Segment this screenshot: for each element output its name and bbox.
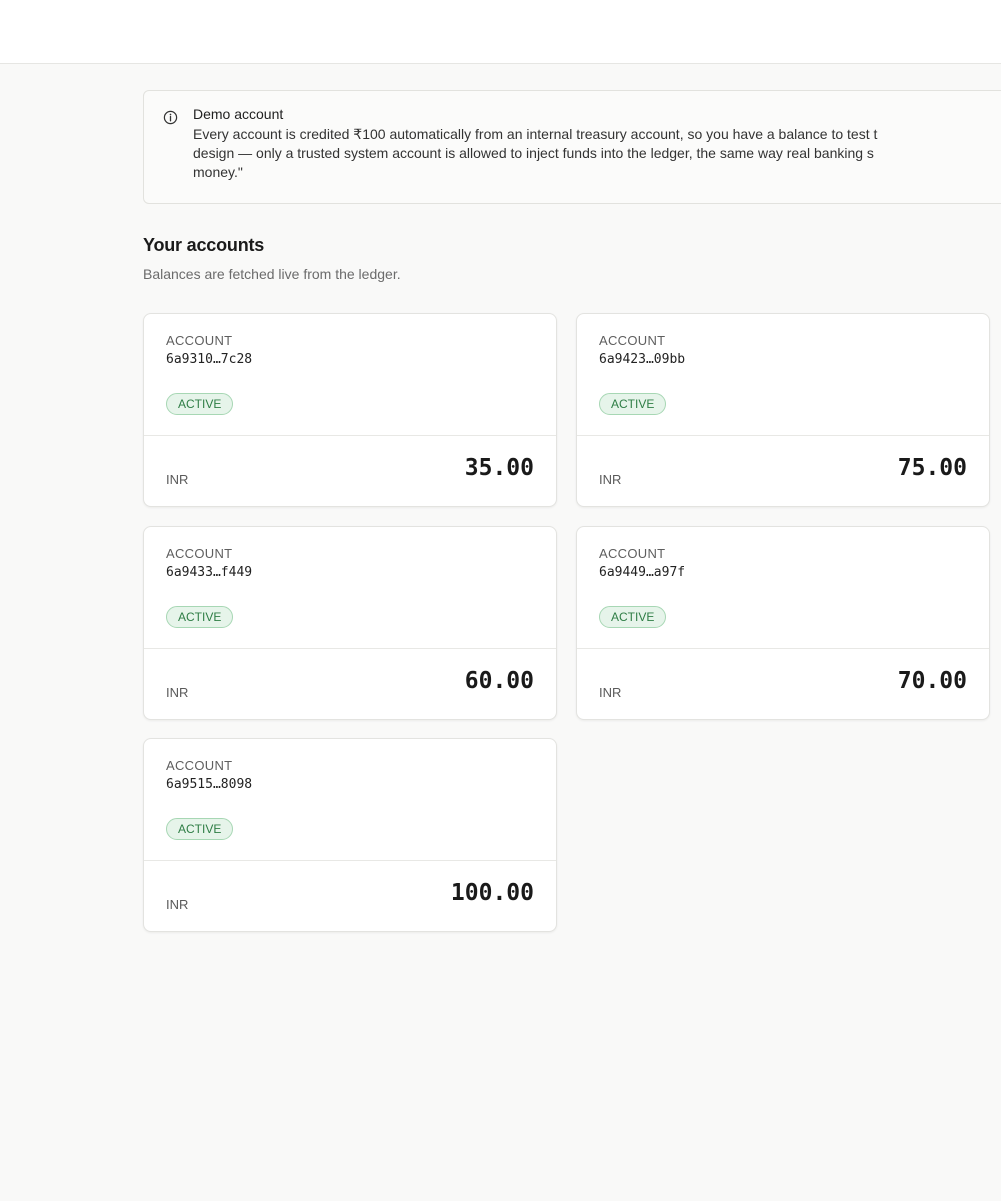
account-currency: INR: [166, 472, 189, 487]
status-badge: ACTIVE: [599, 606, 667, 628]
account-balance: 70.00: [897, 668, 967, 694]
account-id: 6a9423…09bb: [599, 352, 686, 367]
account-balance: 75.00: [897, 455, 967, 481]
top-bar: [0, 0, 1001, 64]
account-id: 6a9449…a97f: [599, 565, 686, 580]
status-badge: ACTIVE: [166, 606, 234, 628]
notice-title: Demo account: [193, 106, 284, 122]
account-balance: 35.00: [464, 455, 534, 481]
notice-line: money.": [193, 164, 243, 180]
account-currency: INR: [599, 685, 622, 700]
account-label: ACCOUNT: [599, 333, 666, 348]
account-balance: 60.00: [464, 668, 534, 694]
main-content: Demo account Every account is credited ₹…: [143, 90, 1001, 932]
account-balance: 100.00: [450, 880, 534, 906]
card-divider: [577, 648, 989, 649]
account-label: ACCOUNT: [166, 333, 233, 348]
status-badge: ACTIVE: [599, 393, 667, 415]
card-divider: [577, 435, 989, 436]
account-currency: INR: [166, 685, 189, 700]
status-badge: ACTIVE: [166, 818, 234, 840]
account-currency: INR: [166, 897, 189, 912]
info-icon: [163, 110, 178, 125]
status-badge: ACTIVE: [166, 393, 234, 415]
account-id: 6a9310…7c28: [166, 352, 253, 367]
account-label: ACCOUNT: [166, 546, 233, 561]
card-divider: [144, 435, 556, 436]
account-label: ACCOUNT: [599, 546, 666, 561]
notice-line: design — only a trusted system account i…: [193, 145, 874, 161]
account-card[interactable]: ACCOUNT 6a9515…8098 ACTIVE INR 100.00: [143, 738, 557, 932]
account-id: 6a9433…f449: [166, 565, 253, 580]
account-card[interactable]: ACCOUNT 6a9310…7c28 ACTIVE INR 35.00: [143, 313, 557, 507]
account-label: ACCOUNT: [166, 758, 233, 773]
account-card[interactable]: ACCOUNT 6a9449…a97f ACTIVE INR 70.00: [576, 526, 990, 720]
card-divider: [144, 860, 556, 861]
notice-line: Every account is credited ₹100 automatic…: [193, 126, 878, 142]
demo-account-notice: Demo account Every account is credited ₹…: [143, 90, 1001, 204]
notice-body: Every account is credited ₹100 automatic…: [193, 125, 1001, 182]
section-title: Your accounts: [143, 235, 265, 255]
account-currency: INR: [599, 472, 622, 487]
account-card[interactable]: ACCOUNT 6a9433…f449 ACTIVE INR 60.00: [143, 526, 557, 720]
section-subtitle: Balances are fetched live from the ledge…: [143, 266, 401, 282]
account-id: 6a9515…8098: [166, 777, 253, 792]
card-divider: [144, 648, 556, 649]
account-card[interactable]: ACCOUNT 6a9423…09bb ACTIVE INR 75.00: [576, 313, 990, 507]
